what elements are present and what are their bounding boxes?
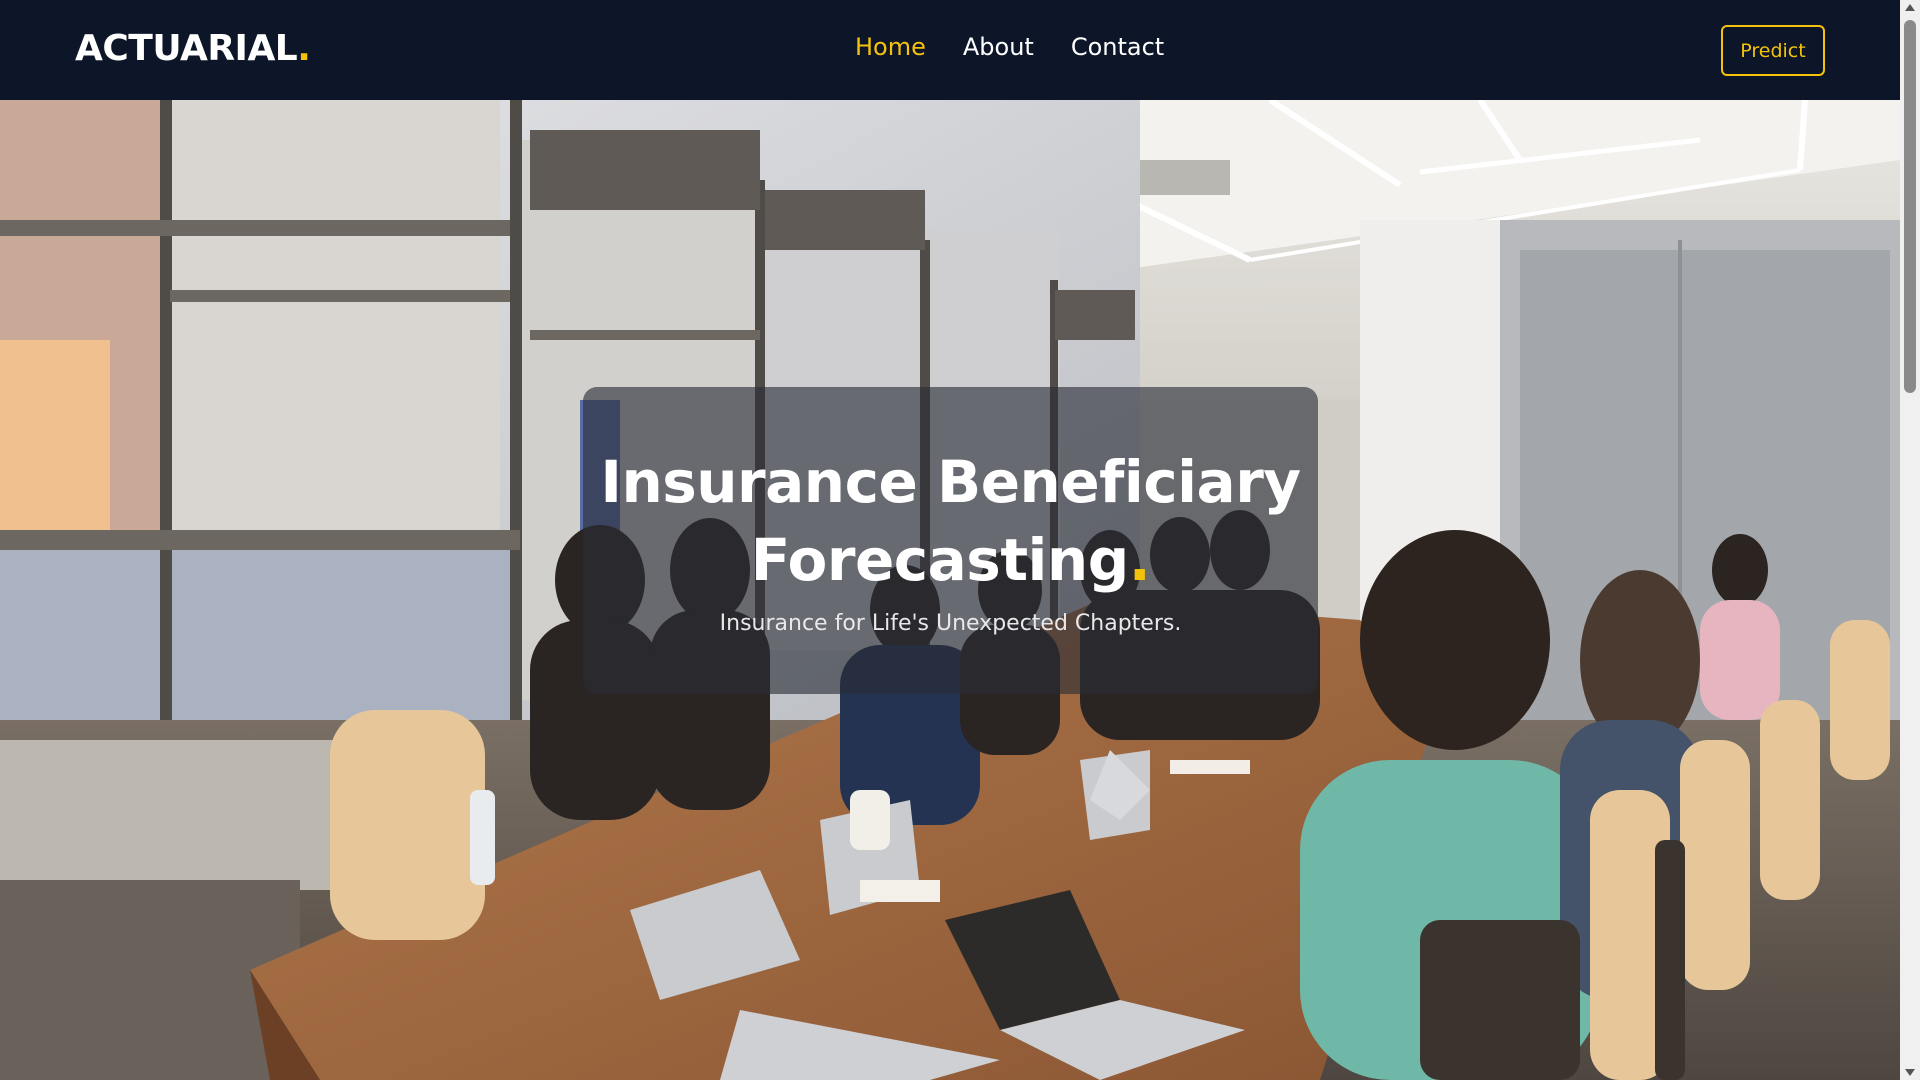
- hero-section: Insurance Beneficiary Forecasting. Insura…: [0, 100, 1900, 1080]
- scroll-thumb[interactable]: [1904, 20, 1916, 393]
- brand-accent-dot: .: [297, 28, 311, 69]
- brand-logo[interactable]: ACTUARIAL.: [75, 28, 311, 69]
- page-viewport: ACTUARIAL. Home About Contact Predict In…: [0, 0, 1900, 1080]
- hero-title-line2: Forecasting: [750, 526, 1130, 594]
- hero-title-accent-dot: .: [1128, 526, 1151, 594]
- top-navbar: ACTUARIAL. Home About Contact Predict: [0, 0, 1900, 100]
- hero-card: Insurance Beneficiary Forecasting. Insura…: [583, 387, 1318, 694]
- nav-about-link[interactable]: About: [963, 33, 1034, 61]
- page-scrollbar[interactable]: [1900, 0, 1920, 1080]
- scroll-up-arrow-icon[interactable]: [1905, 4, 1915, 11]
- predict-button[interactable]: Predict: [1721, 25, 1825, 76]
- brand-text: ACTUARIAL: [75, 28, 298, 69]
- hero-title: Insurance Beneficiary Forecasting.: [583, 387, 1318, 599]
- scroll-down-arrow-icon[interactable]: [1905, 1069, 1915, 1076]
- nav-links: Home About Contact: [855, 33, 1164, 61]
- hero-title-line1: Insurance Beneficiary: [600, 448, 1301, 516]
- hero-subtitle: Insurance for Life's Unexpected Chapters…: [719, 611, 1182, 636]
- nav-contact-link[interactable]: Contact: [1071, 33, 1164, 61]
- nav-home-link[interactable]: Home: [855, 33, 926, 61]
